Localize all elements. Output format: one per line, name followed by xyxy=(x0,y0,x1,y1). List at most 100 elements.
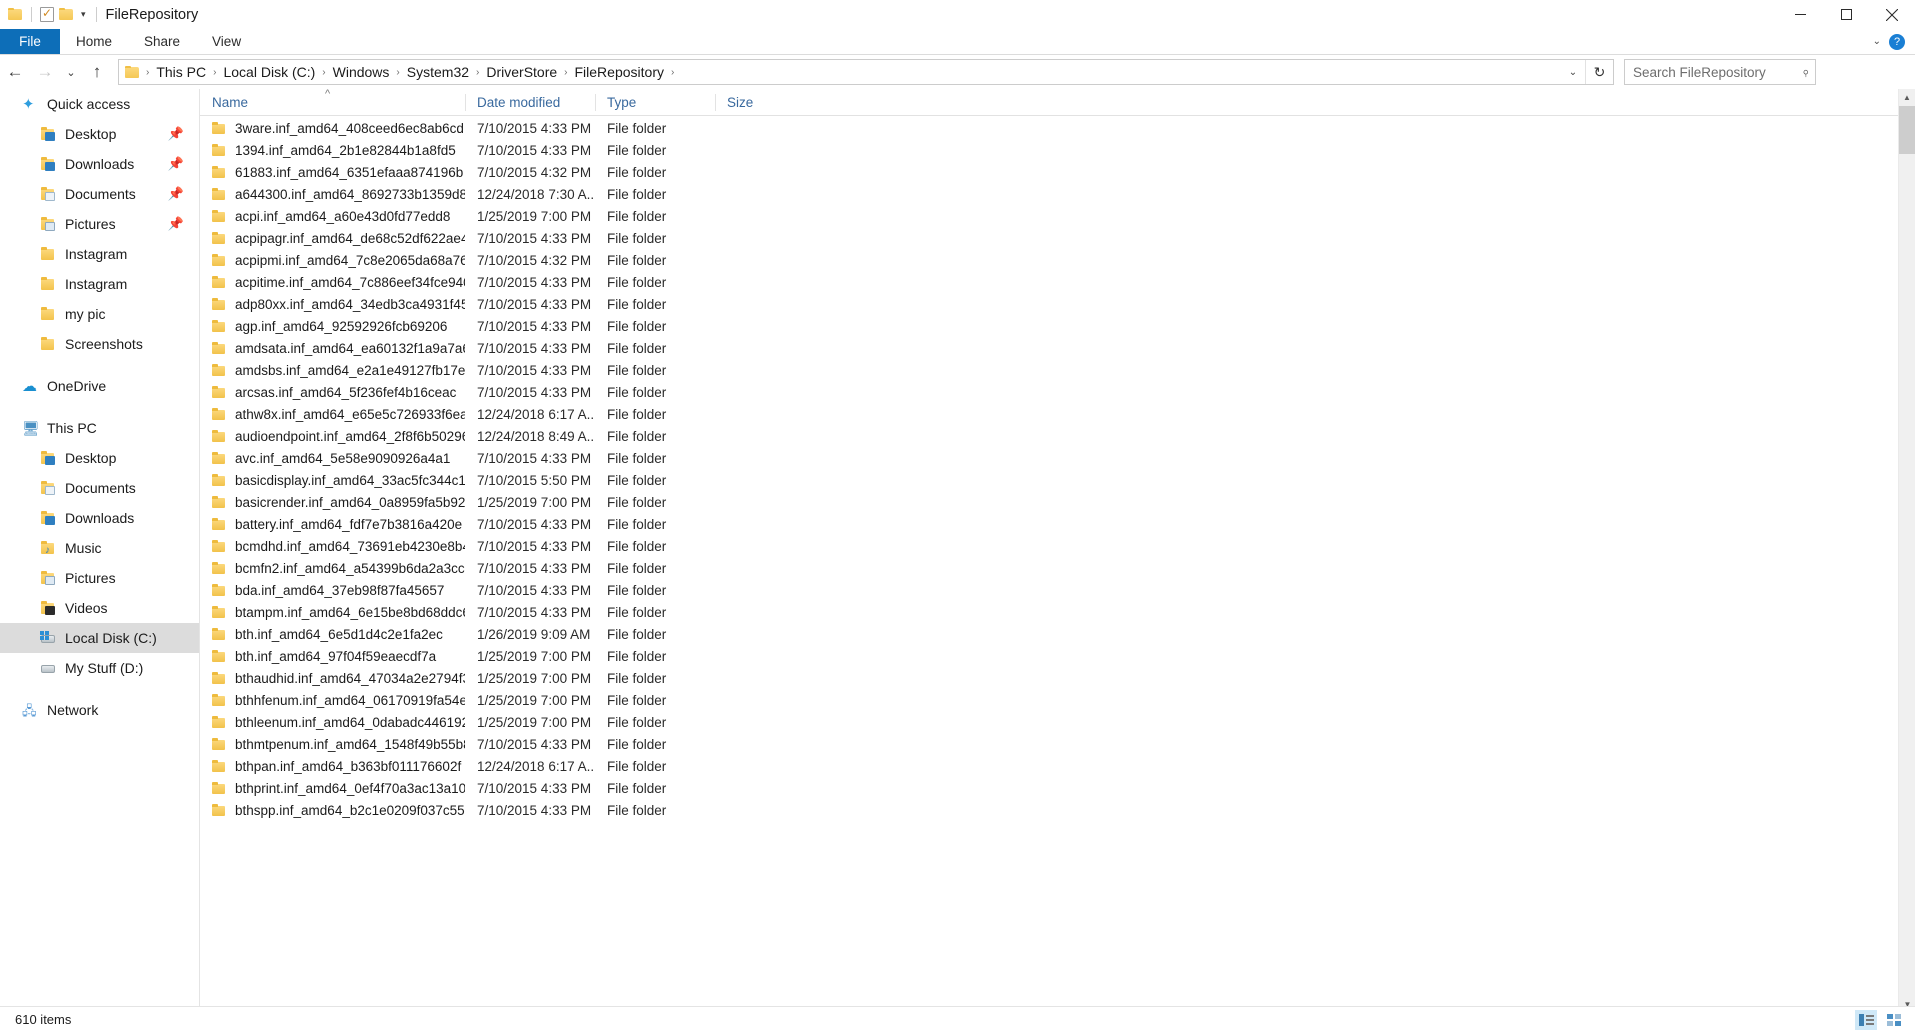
pin-icon[interactable]: 📌 xyxy=(168,216,184,232)
table-row[interactable]: bthspp.inf_amd64_b2c1e0209f037c55 7/10/20… xyxy=(200,799,1915,821)
table-row[interactable]: acpi.inf_amd64_a60e43d0fd77edd8 1/25/2019… xyxy=(200,205,1915,227)
pin-icon[interactable]: 📌 xyxy=(168,186,184,202)
breadcrumb-separator-6[interactable]: › xyxy=(669,67,676,78)
table-row[interactable]: avc.inf_amd64_5e58e9090926a4a1 7/10/2015 … xyxy=(200,447,1915,469)
breadcrumb-separator-4[interactable]: › xyxy=(474,67,481,78)
tab-home[interactable]: Home xyxy=(60,29,128,54)
breadcrumb-separator-2[interactable]: › xyxy=(320,67,327,78)
table-row[interactable]: bthaudhid.inf_amd64_47034a2e2794f3b2 1/25… xyxy=(200,667,1915,689)
pin-icon[interactable]: 📌 xyxy=(168,126,184,142)
recent-locations-button[interactable]: ⌄ xyxy=(60,57,82,87)
sidebar-item-onedrive[interactable]: ☁ OneDrive xyxy=(0,371,199,401)
table-row[interactable]: basicrender.inf_amd64_0a8959fa5b9207fa 1/… xyxy=(200,491,1915,513)
back-button[interactable]: ← xyxy=(0,57,30,87)
breadcrumb-local-disk[interactable]: Local Disk (C:) xyxy=(218,60,320,84)
column-header-date-modified[interactable]: Date modified xyxy=(465,89,595,116)
pin-icon[interactable]: 📌 xyxy=(168,156,184,172)
address-bar[interactable]: › This PC › Local Disk (C:) › Windows › … xyxy=(118,59,1614,85)
breadcrumb-windows[interactable]: Windows xyxy=(328,60,395,84)
table-row[interactable]: bda.inf_amd64_37eb98f87fa45657 7/10/2015 … xyxy=(200,579,1915,601)
breadcrumb-filerepository[interactable]: FileRepository xyxy=(570,60,669,84)
minimize-button[interactable] xyxy=(1777,0,1823,29)
sidebar-item-my-stuff-d[interactable]: My Stuff (D:) xyxy=(0,653,199,683)
table-row[interactable]: adp80xx.inf_amd64_34edb3ca4931f453 7/10/2… xyxy=(200,293,1915,315)
column-header-type[interactable]: Type xyxy=(595,89,715,116)
tab-file[interactable]: File xyxy=(0,29,60,54)
table-row[interactable]: bthpan.inf_amd64_b363bf011176602f 12/24/2… xyxy=(200,755,1915,777)
table-row[interactable]: bthprint.inf_amd64_0ef4f70a3ac13a10 7/10/… xyxy=(200,777,1915,799)
table-row[interactable]: bthhfenum.inf_amd64_06170919fa54ed29 1/25… xyxy=(200,689,1915,711)
table-row[interactable]: basicdisplay.inf_amd64_33ac5fc344c143d1 7… xyxy=(200,469,1915,491)
sidebar-item-pc-pictures[interactable]: Pictures xyxy=(0,563,199,593)
table-row[interactable]: acpitime.inf_amd64_7c886eef34fce940 7/10/… xyxy=(200,271,1915,293)
table-row[interactable]: battery.inf_amd64_fdf7e7b3816a420e 7/10/2… xyxy=(200,513,1915,535)
table-row[interactable]: 3ware.inf_amd64_408ceed6ec8ab6cd 7/10/201… xyxy=(200,117,1915,139)
new-folder-icon[interactable] xyxy=(59,8,74,21)
sidebar-item-this-pc[interactable]: 🖥 This PC xyxy=(0,413,199,443)
sidebar-item-desktop[interactable]: Desktop 📌 xyxy=(0,119,199,149)
sidebar-item-local-disk-c[interactable]: Local Disk (C:) xyxy=(0,623,199,653)
sidebar-item-screenshots[interactable]: Screenshots xyxy=(0,329,199,359)
close-button[interactable] xyxy=(1869,0,1915,29)
sidebar-item-instagram-1[interactable]: Instagram xyxy=(0,239,199,269)
folder-icon[interactable] xyxy=(8,8,23,21)
search-input[interactable]: Search FileRepository ⌕ xyxy=(1624,59,1816,85)
navigation-pane[interactable]: ✦ Quick access Desktop 📌 Downloads 📌 Doc… xyxy=(0,89,200,1013)
properties-icon[interactable] xyxy=(40,5,54,22)
breadcrumb-driverstore[interactable]: DriverStore xyxy=(481,60,562,84)
breadcrumb-this-pc[interactable]: This PC xyxy=(151,60,211,84)
scrollbar-thumb[interactable] xyxy=(1899,106,1915,154)
sidebar-item-my-pic[interactable]: my pic xyxy=(0,299,199,329)
scroll-up-arrow[interactable]: ▲ xyxy=(1899,89,1915,106)
sidebar-item-pc-documents[interactable]: Documents xyxy=(0,473,199,503)
table-row[interactable]: btampm.inf_amd64_6e15be8bd68ddc6b 7/10/20… xyxy=(200,601,1915,623)
tab-view[interactable]: View xyxy=(196,29,257,54)
breadcrumb-separator-0[interactable]: › xyxy=(144,67,151,78)
large-icons-view-button[interactable] xyxy=(1883,1010,1905,1030)
table-row[interactable]: acpipmi.inf_amd64_7c8e2065da68a76a 7/10/2… xyxy=(200,249,1915,271)
tab-share[interactable]: Share xyxy=(128,29,196,54)
sidebar-item-downloads[interactable]: Downloads 📌 xyxy=(0,149,199,179)
table-row[interactable]: amdsata.inf_amd64_ea60132f1a9a7a62 7/10/2… xyxy=(200,337,1915,359)
sidebar-item-pc-videos[interactable]: Videos xyxy=(0,593,199,623)
expand-ribbon-icon[interactable]: ⌄ xyxy=(1873,36,1881,47)
table-row[interactable]: bthleenum.inf_amd64_0dabadc4461923c4 1/25… xyxy=(200,711,1915,733)
up-button[interactable]: ↑ xyxy=(82,57,112,87)
breadcrumb-separator-1[interactable]: › xyxy=(211,67,218,78)
sidebar-item-pc-desktop[interactable]: Desktop xyxy=(0,443,199,473)
column-header-size[interactable]: Size xyxy=(715,89,795,116)
table-row[interactable]: bcmfn2.inf_amd64_a54399b6da2a3cc5 7/10/20… xyxy=(200,557,1915,579)
maximize-button[interactable] xyxy=(1823,0,1869,29)
table-row[interactable]: athw8x.inf_amd64_e65e5c726933f6ea 12/24/2… xyxy=(200,403,1915,425)
customize-toolbar-caret[interactable]: ▾ xyxy=(79,10,88,19)
table-row[interactable]: bth.inf_amd64_6e5d1d4c2e1fa2ec 1/26/2019 … xyxy=(200,623,1915,645)
breadcrumb-folder-icon[interactable] xyxy=(125,65,140,79)
breadcrumb-system32[interactable]: System32 xyxy=(402,60,474,84)
table-row[interactable]: bcmdhd.inf_amd64_73691eb4230e8b44 7/10/20… xyxy=(200,535,1915,557)
help-icon[interactable]: ? xyxy=(1889,33,1905,50)
table-row[interactable]: arcsas.inf_amd64_5f236fef4b16ceac 7/10/20… xyxy=(200,381,1915,403)
details-view-button[interactable] xyxy=(1855,1010,1877,1030)
chevron-down-icon[interactable]: ⌄ xyxy=(1561,67,1585,78)
table-row[interactable]: bthmtpenum.inf_amd64_1548f49b55b83... 7/1… xyxy=(200,733,1915,755)
nav-group-quick-access[interactable]: ✦ Quick access xyxy=(0,89,199,119)
search-icon[interactable]: ⌕ xyxy=(1797,64,1813,80)
sidebar-item-pc-music[interactable]: ♪ Music xyxy=(0,533,199,563)
breadcrumb-separator-3[interactable]: › xyxy=(394,67,401,78)
table-row[interactable]: bth.inf_amd64_97f04f59eaecdf7a 1/25/2019 … xyxy=(200,645,1915,667)
table-row[interactable]: agp.inf_amd64_92592926fcb69206 7/10/2015 … xyxy=(200,315,1915,337)
sidebar-item-pc-downloads[interactable]: Downloads xyxy=(0,503,199,533)
table-row[interactable]: audioendpoint.inf_amd64_2f8f6b50296f4...… xyxy=(200,425,1915,447)
table-row[interactable]: amdsbs.inf_amd64_e2a1e49127fb17ef 7/10/20… xyxy=(200,359,1915,381)
table-row[interactable]: 61883.inf_amd64_6351efaaa874196b 7/10/201… xyxy=(200,161,1915,183)
table-row[interactable]: a644300.inf_amd64_8692733b1359d8dc 12/24/… xyxy=(200,183,1915,205)
sidebar-item-instagram-2[interactable]: Instagram xyxy=(0,269,199,299)
column-header-name[interactable]: Name xyxy=(200,89,465,116)
breadcrumb-separator-5[interactable]: › xyxy=(562,67,569,78)
table-row[interactable]: acpipagr.inf_amd64_de68c52df622ae4b 7/10/… xyxy=(200,227,1915,249)
sidebar-item-documents[interactable]: Documents 📌 xyxy=(0,179,199,209)
forward-button[interactable]: → xyxy=(30,57,60,87)
sidebar-item-pictures[interactable]: Pictures 📌 xyxy=(0,209,199,239)
refresh-icon[interactable]: ↻ xyxy=(1585,60,1613,84)
vertical-scrollbar[interactable]: ▲ ▼ xyxy=(1898,89,1915,1013)
